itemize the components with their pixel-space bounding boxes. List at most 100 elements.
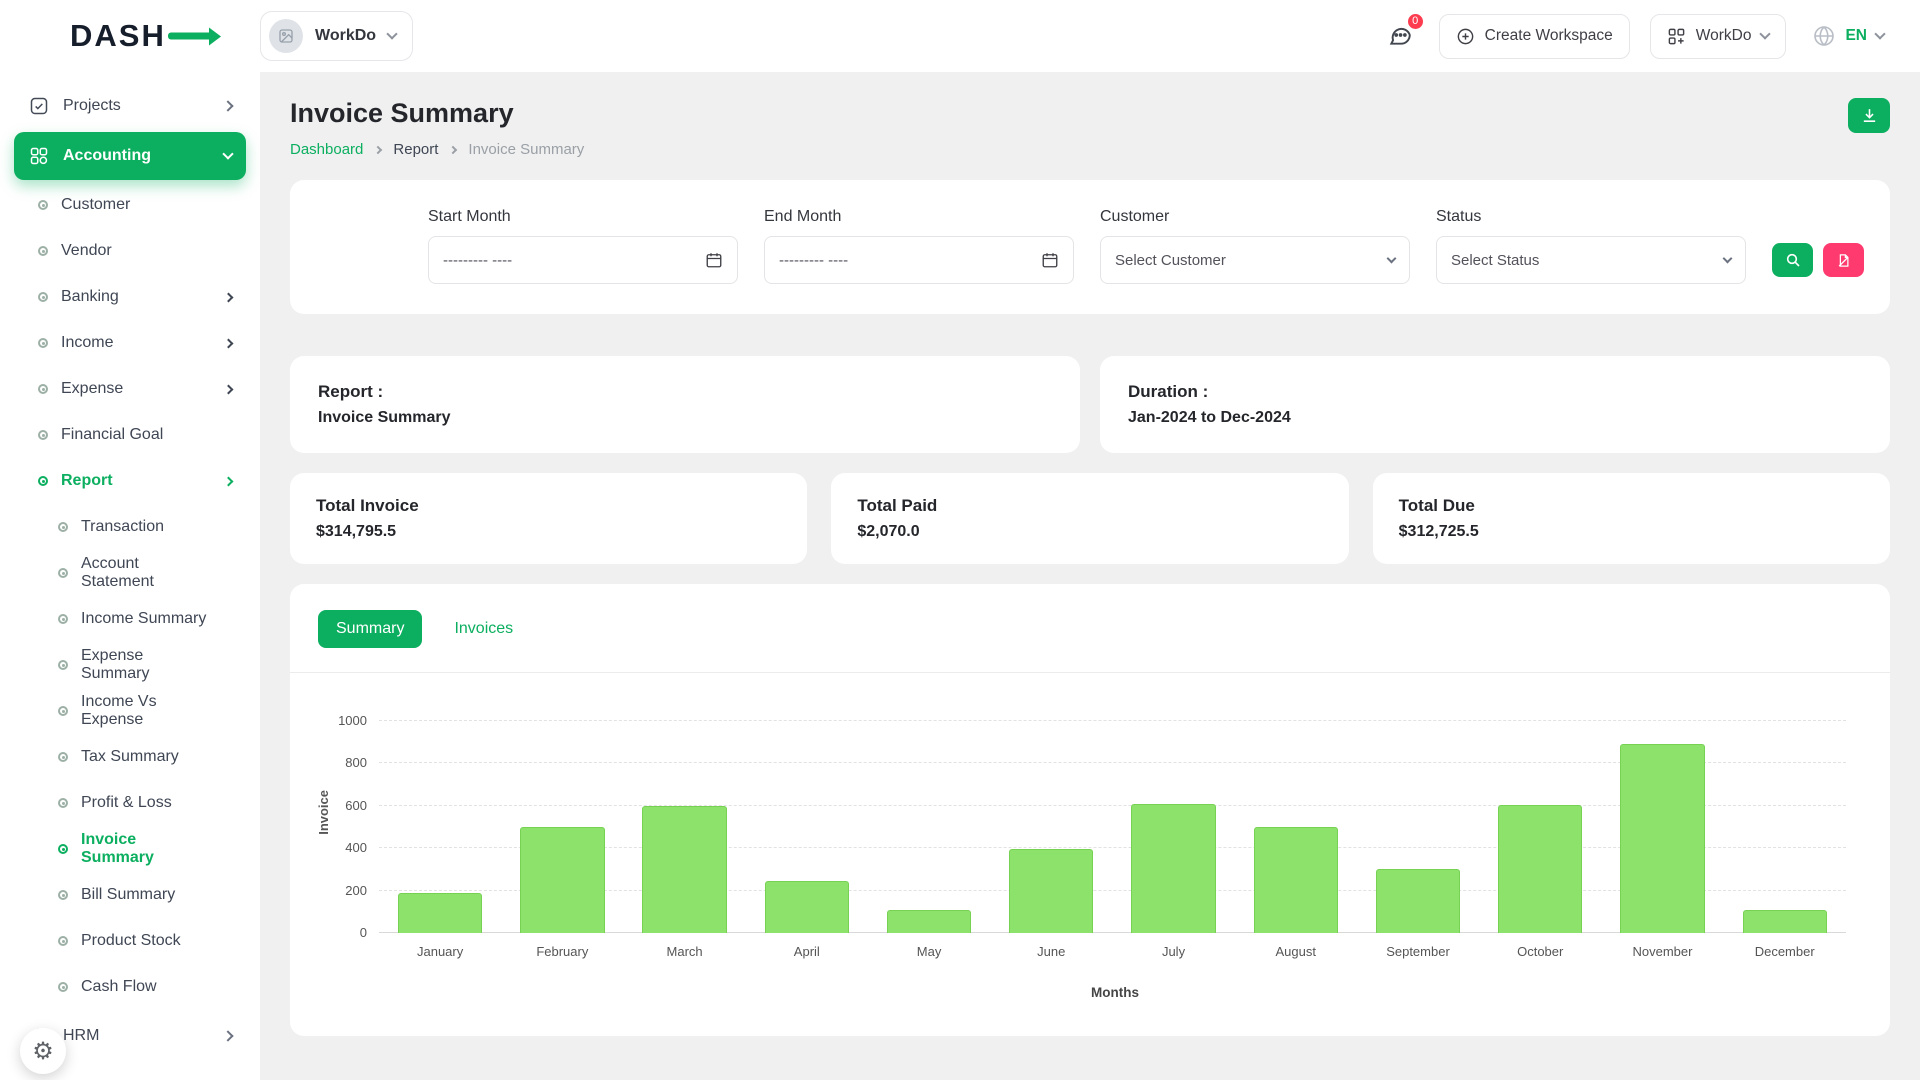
chevron-down-icon <box>222 148 233 159</box>
chevron-right-icon <box>222 100 233 111</box>
image-icon <box>278 28 294 44</box>
end-month-label: End Month <box>764 208 1074 226</box>
bar-december <box>1743 910 1827 933</box>
customer-label: Customer <box>1100 208 1410 226</box>
sidebar-subitem[interactable]: Expense <box>14 366 246 412</box>
sidebar-subitem[interactable]: Report <box>14 458 246 504</box>
calendar-icon <box>705 251 723 269</box>
sidebar-report-subitem[interactable]: Invoice Summary <box>14 826 246 872</box>
sidebar-subitem[interactable]: Financial Goal <box>14 412 246 458</box>
tab-invoices[interactable]: Invoices <box>436 610 531 648</box>
tab-summary[interactable]: Summary <box>318 610 422 648</box>
bullet-icon <box>58 844 68 854</box>
reset-filter-button[interactable] <box>1823 243 1864 277</box>
bullet-icon <box>38 476 48 486</box>
sidebar-report-subitem[interactable]: Account Statement <box>14 550 246 596</box>
main-content: Invoice Summary Dashboard Report Invoice… <box>260 72 1920 1080</box>
logo-text: DASH <box>70 18 166 54</box>
bar-may <box>887 910 971 933</box>
sidebar-subitem[interactable]: Customer <box>14 182 246 228</box>
chevron-down-icon <box>386 28 397 39</box>
bar-column: November <box>1601 721 1723 933</box>
accounting-icon <box>28 146 50 166</box>
workdo-menu-button[interactable]: WorkDo <box>1650 14 1787 59</box>
download-icon <box>1861 107 1878 124</box>
sidebar-subitem[interactable]: Banking <box>14 274 246 320</box>
x-tick-label: June <box>1037 944 1065 959</box>
chevron-right-icon <box>224 384 234 394</box>
chart-plot: 02004006008001000 JanuaryFebruaryMarchAp… <box>379 721 1846 933</box>
y-tick-label: 1000 <box>338 713 367 728</box>
sidebar-report-subitem[interactable]: Cash Flow <box>14 964 246 1010</box>
messages-button[interactable]: 0 <box>1381 16 1419 57</box>
chevron-right-icon <box>224 292 234 302</box>
chart-bars: JanuaryFebruaryMarchAprilMayJuneJulyAugu… <box>379 721 1846 933</box>
status-label: Status <box>1436 208 1746 226</box>
chevron-down-icon <box>1387 253 1397 263</box>
invoice-bar-chart: Invoice 02004006008001000 JanuaryFebruar… <box>290 673 1890 933</box>
topbar-actions: 0 Create Workspace WorkDo EN <box>1381 14 1890 59</box>
sidebar-report-subitem[interactable]: Income Vs Expense <box>14 688 246 734</box>
start-month-label: Start Month <box>428 208 738 226</box>
workspace-avatar <box>269 19 303 53</box>
workspace-name: WorkDo <box>315 27 376 45</box>
bullet-icon <box>58 936 68 946</box>
bar-column: January <box>379 721 501 933</box>
bar-august <box>1254 827 1338 933</box>
grid-icon <box>1667 27 1686 46</box>
customer-select[interactable]: Select Customer <box>1100 236 1410 284</box>
sidebar-report-subitem[interactable]: Product Stock <box>14 918 246 964</box>
sidebar-subitem[interactable]: Income <box>14 320 246 366</box>
filter-card: Start Month --------- ---- End Month ---… <box>290 180 1890 314</box>
x-tick-label: August <box>1276 944 1316 959</box>
bar-february <box>520 827 604 933</box>
sidebar-item-accounting[interactable]: Accounting <box>14 132 246 180</box>
sidebar-report-subitem[interactable]: Bill Summary <box>14 872 246 918</box>
y-tick-label: 400 <box>345 840 367 855</box>
sidebar-report-subitem[interactable]: Profit & Loss <box>14 780 246 826</box>
totals-row: Total Invoice $314,795.5 Total Paid $2,0… <box>290 473 1890 564</box>
breadcrumb-separator-icon <box>374 145 382 153</box>
sidebar-item-projects[interactable]: Projects <box>14 82 246 130</box>
language-selector[interactable]: EN <box>1806 23 1890 49</box>
end-month-input[interactable]: --------- ---- <box>764 236 1074 284</box>
breadcrumb-report[interactable]: Report <box>393 141 438 158</box>
report-submenu: Transaction Account Statement Income Sum… <box>0 504 260 1010</box>
x-tick-label: May <box>917 944 942 959</box>
bullet-icon <box>38 430 48 440</box>
sidebar-report-subitem[interactable]: Expense Summary <box>14 642 246 688</box>
sidebar-report-subitem[interactable]: Income Summary <box>14 596 246 642</box>
bar-column: May <box>868 721 990 933</box>
bar-october <box>1498 805 1582 933</box>
bar-column: September <box>1357 721 1479 933</box>
chevron-right-icon <box>224 338 234 348</box>
workspace-selector[interactable]: WorkDo <box>260 11 413 61</box>
y-tick-label: 800 <box>345 755 367 770</box>
x-tick-label: October <box>1517 944 1563 959</box>
bar-march <box>642 806 726 933</box>
bar-column: March <box>623 721 745 933</box>
y-axis-title: Invoice <box>316 790 331 835</box>
breadcrumb-dashboard[interactable]: Dashboard <box>290 141 363 158</box>
sidebar-subitem[interactable]: Vendor <box>14 228 246 274</box>
x-tick-label: April <box>794 944 820 959</box>
chevron-right-icon <box>224 476 234 486</box>
apply-filter-button[interactable] <box>1772 243 1813 277</box>
bullet-icon <box>38 292 48 302</box>
sidebar-report-subitem[interactable]: Transaction <box>14 504 246 550</box>
chevron-right-icon <box>222 1030 233 1041</box>
breadcrumb-current: Invoice Summary <box>468 141 584 158</box>
app-logo[interactable]: DASH <box>30 18 260 54</box>
bar-column: December <box>1724 721 1846 933</box>
create-workspace-button[interactable]: Create Workspace <box>1439 14 1630 59</box>
status-select[interactable]: Select Status <box>1436 236 1746 284</box>
accounting-submenu: Customer Vendor Banking Income <box>0 182 260 504</box>
bullet-icon <box>38 200 48 210</box>
settings-gear-button[interactable]: ⚙ <box>20 1028 66 1074</box>
sidebar-report-subitem[interactable]: Tax Summary <box>14 734 246 780</box>
download-button[interactable] <box>1848 98 1890 133</box>
bar-column: June <box>990 721 1112 933</box>
reset-icon <box>1836 253 1851 268</box>
y-tick-label: 200 <box>345 883 367 898</box>
start-month-input[interactable]: --------- ---- <box>428 236 738 284</box>
